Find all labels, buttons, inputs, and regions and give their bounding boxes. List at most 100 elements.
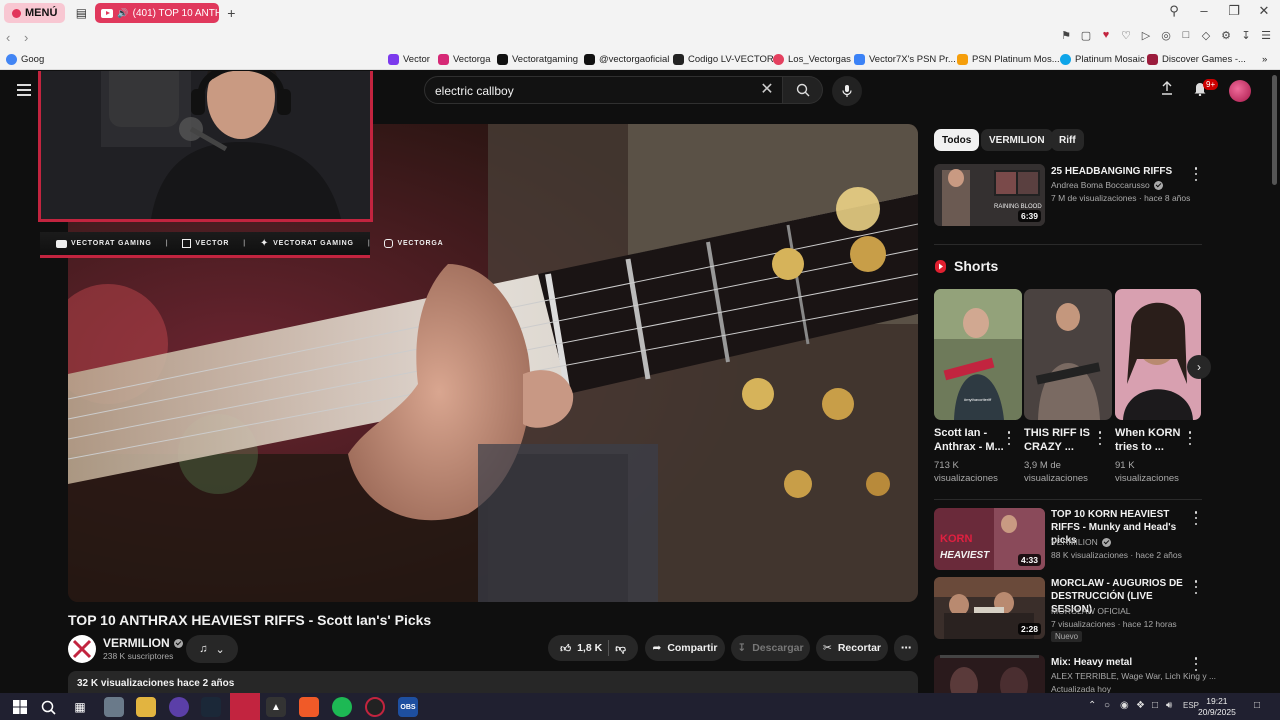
channel-avatar[interactable] xyxy=(68,635,96,663)
short-thumbnail[interactable] xyxy=(1115,289,1201,420)
description-box[interactable]: 32 K visualizaciones hace 2 años xyxy=(68,671,918,693)
play-icon[interactable]: ▷ xyxy=(1140,29,1152,42)
bookmark-item[interactable]: Vectorga xyxy=(438,52,491,66)
language-indicator[interactable]: ESP xyxy=(1183,701,1199,710)
tray-app-icon[interactable]: ○ xyxy=(1104,700,1110,711)
rec-thumbnail[interactable] xyxy=(934,655,1045,693)
hamburger-menu-icon[interactable] xyxy=(17,84,31,96)
rec-channel[interactable]: VERMILION xyxy=(1051,537,1111,547)
rec-thumbnail[interactable]: 2:28 xyxy=(934,577,1045,639)
steam-icon[interactable] xyxy=(201,697,221,717)
rec-title[interactable]: Mix: Heavy metal xyxy=(1051,656,1191,669)
taskbar-app-icon[interactable]: ▲ xyxy=(266,697,286,717)
more-vert-icon[interactable] xyxy=(1006,431,1012,445)
windows-start-icon[interactable] xyxy=(10,697,30,717)
bookmark-item[interactable]: Vectoratgaming xyxy=(497,52,578,66)
chip-vermilion[interactable]: VERMILION xyxy=(981,129,1053,151)
more-vert-icon[interactable] xyxy=(1097,431,1103,445)
clear-search-icon[interactable]: ✕ xyxy=(758,81,776,99)
bookmark-item[interactable]: Discover Games -... xyxy=(1147,52,1246,66)
forward-icon[interactable]: › xyxy=(24,30,36,45)
bookmark-item[interactable]: Vector7X's PSN Pr... xyxy=(854,52,956,66)
heart-icon[interactable]: ♡ xyxy=(1120,29,1132,42)
voice-search-button[interactable] xyxy=(832,76,862,106)
channel-name[interactable]: VERMILION xyxy=(103,636,183,650)
download-icon[interactable]: ↧ xyxy=(1240,29,1252,42)
brave-icon[interactable] xyxy=(299,697,319,717)
lock-icon[interactable]: ◎ xyxy=(1160,29,1172,42)
bookmark-item[interactable]: PSN Platinum Mos... xyxy=(957,52,1060,66)
bookmarks-overflow-icon[interactable]: » xyxy=(1262,52,1267,66)
network-icon[interactable]: □ xyxy=(1152,700,1158,711)
like-button[interactable]: 👍︎ 1,8 K xyxy=(560,642,602,655)
browser-menu-button[interactable]: MENÚ xyxy=(4,3,66,23)
notification-center-icon[interactable]: □ xyxy=(1254,700,1260,711)
chip-riff[interactable]: Riff xyxy=(1051,129,1084,151)
rec-thumbnail[interactable]: RAINING BLOOD 6:39 xyxy=(934,164,1045,226)
browser-tab-active[interactable]: 🔊 (401) TOP 10 ANTHRA xyxy=(95,3,220,23)
task-view-icon[interactable]: ▦ xyxy=(70,697,90,717)
new-tab-button[interactable]: + xyxy=(223,5,239,21)
close-window-icon[interactable]: ✕ xyxy=(1256,3,1272,19)
more-vert-icon[interactable] xyxy=(1193,657,1199,671)
share-button[interactable]: ➦ Compartir xyxy=(645,635,725,661)
chip-todos[interactable]: Todos xyxy=(934,129,980,151)
rec-channel[interactable]: MORCLAW OFICIAL xyxy=(1051,606,1131,616)
puzzle-extension-icon[interactable]: ◇ xyxy=(1200,29,1212,42)
account-avatar[interactable] xyxy=(1229,80,1251,102)
bookmark-item[interactable]: Codigo LV-VECTOR xyxy=(673,52,774,66)
rec-channel[interactable]: Andrea Boma Boccarusso xyxy=(1051,180,1163,190)
tray-overflow-icon[interactable]: ⌃ xyxy=(1088,700,1096,711)
short-title[interactable]: When KORN tries to ... xyxy=(1115,426,1187,454)
more-vert-icon[interactable] xyxy=(1193,167,1199,181)
pin-icon[interactable]: ⚑ xyxy=(1060,29,1072,42)
bookmark-item[interactable]: Vector xyxy=(388,52,430,66)
more-vert-icon[interactable] xyxy=(1187,431,1193,445)
taskbar-search-icon[interactable] xyxy=(38,697,58,717)
page-scrollbar[interactable] xyxy=(1272,75,1277,185)
short-title[interactable]: Scott Ian - Anthrax - M... xyxy=(934,426,1006,454)
minimize-icon[interactable]: – xyxy=(1196,3,1212,19)
more-vert-icon[interactable] xyxy=(1193,511,1199,525)
search-box[interactable]: electric callboy ✕ xyxy=(424,76,783,104)
spotify-icon[interactable] xyxy=(332,697,352,717)
rec-thumbnail[interactable]: KORN HEAVIEST 4:33 xyxy=(934,508,1045,570)
short-thumbnail[interactable] xyxy=(1024,289,1112,420)
taskbar-app-icon[interactable]: OBS xyxy=(398,697,418,717)
tab-overview-icon[interactable]: ▤ xyxy=(71,3,91,23)
clip-button[interactable]: ✂ Recortar xyxy=(816,635,888,661)
subscribed-bell-button[interactable]: ♫ ⌄ xyxy=(186,635,238,663)
bookmark-item[interactable]: Goog xyxy=(6,52,44,66)
bluetooth-icon[interactable]: ❖ xyxy=(1136,700,1145,711)
file-explorer-icon[interactable] xyxy=(136,697,156,717)
taskbar-app-icon[interactable] xyxy=(365,697,385,717)
short-title[interactable]: THIS RIFF IS CRAZY ... xyxy=(1024,426,1096,454)
download-button[interactable]: ↧ Descargar xyxy=(731,635,810,661)
speaker-icon[interactable]: 🔊 xyxy=(117,8,128,19)
gear-icon[interactable]: ⚙ xyxy=(1220,29,1232,42)
restore-icon[interactable]: ❐ xyxy=(1226,3,1242,19)
bookmark-item[interactable]: Los_Vectorgas xyxy=(773,52,851,66)
search-button[interactable] xyxy=(783,76,823,104)
upload-icon[interactable] xyxy=(1161,81,1173,100)
rec-title[interactable]: 25 HEADBANGING RIFFS xyxy=(1051,165,1191,178)
rec-channel[interactable]: ALEX TERRIBLE, Wage War, Lich King y ... xyxy=(1051,671,1216,681)
more-vert-icon[interactable] xyxy=(1193,580,1199,594)
snapshot-icon[interactable]: ▢ xyxy=(1080,29,1092,42)
taskbar-app-icon[interactable] xyxy=(104,697,124,717)
back-icon[interactable]: ‹ xyxy=(6,30,18,45)
search-input[interactable]: electric callboy xyxy=(435,84,514,98)
volume-icon[interactable]: 🔊︎ xyxy=(1166,700,1172,711)
shorts-next-button[interactable]: › xyxy=(1187,355,1211,379)
more-actions-button[interactable]: ⋯ xyxy=(894,635,918,661)
search-tabs-icon[interactable]: ⚲ xyxy=(1166,3,1182,19)
shield-extension-icon[interactable]: ♥ xyxy=(1100,29,1112,42)
cast-icon[interactable]: □ xyxy=(1180,29,1192,42)
tray-app-icon[interactable]: ◉ xyxy=(1120,700,1129,711)
bookmark-item[interactable]: Platinum Mosaic xyxy=(1060,52,1145,66)
active-app-icon[interactable] xyxy=(230,693,260,720)
dislike-button[interactable]: 👎︎ xyxy=(615,642,626,655)
bookmark-item[interactable]: @vectorgaoficial xyxy=(584,52,669,66)
opera-gx-icon[interactable] xyxy=(169,697,189,717)
taskbar-clock[interactable]: 19:21 20/9/2025 xyxy=(1198,696,1236,718)
